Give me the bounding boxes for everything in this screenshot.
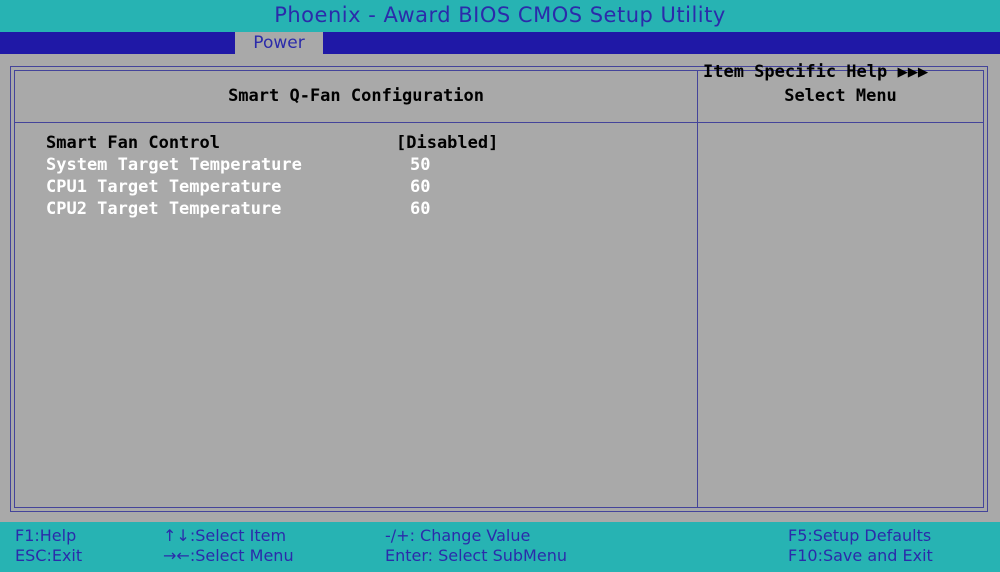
- setting-value: 50: [410, 155, 431, 175]
- header-divider: [15, 122, 983, 123]
- key-hint-select-submenu: Enter: Select SubMenu: [385, 546, 567, 565]
- setting-value: 60: [410, 199, 431, 219]
- key-hint-exit: ESC:Exit: [15, 546, 83, 565]
- setting-label: CPU1 Target Temperature: [46, 177, 282, 197]
- key-hint-select-item: ↑↓:Select Item: [163, 526, 287, 545]
- panel-divider: [697, 71, 698, 507]
- item-specific-help: Item Specific Help ▶▶▶: [703, 62, 929, 82]
- app-title: Phoenix - Award BIOS CMOS Setup Utility: [274, 3, 726, 27]
- section-title: Smart Q-Fan Configuration: [228, 86, 484, 106]
- tab-power[interactable]: Power: [235, 32, 323, 54]
- key-hint-help: F1:Help: [15, 526, 77, 545]
- menu-bar: Power: [0, 32, 1000, 54]
- key-hint-change-value: -/+: Change Value: [385, 526, 531, 545]
- key-hint-save-exit: F10:Save and Exit: [788, 546, 933, 565]
- footer-key-legend: F1:Help ESC:Exit ↑↓:Select Item →←:Selec…: [0, 522, 1000, 572]
- title-bar: Phoenix - Award BIOS CMOS Setup Utility: [0, 0, 1000, 32]
- setting-label: System Target Temperature: [46, 155, 302, 175]
- setting-value[interactable]: [Disabled]: [396, 132, 498, 154]
- key-hint-setup-defaults: F5:Setup Defaults: [788, 526, 932, 545]
- setting-label: Smart Fan Control: [46, 133, 220, 153]
- key-hint-select-menu: →←:Select Menu: [163, 546, 294, 565]
- setting-label: CPU2 Target Temperature: [46, 199, 282, 219]
- setting-value: 60: [410, 177, 431, 197]
